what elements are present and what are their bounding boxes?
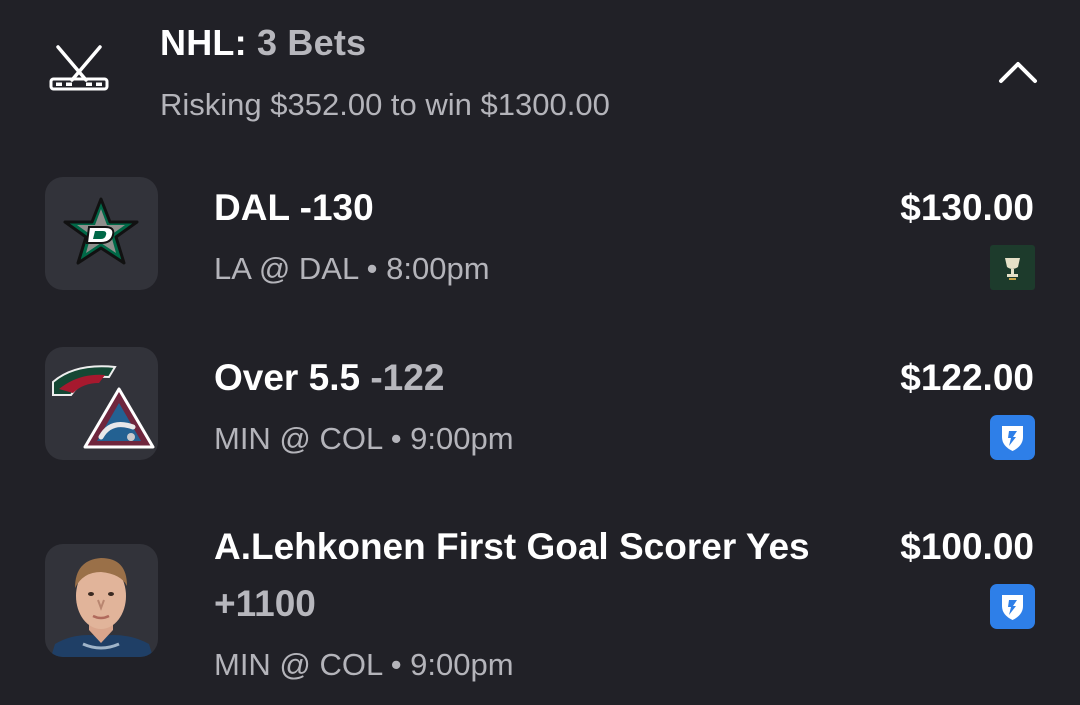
dallas-stars-logo <box>45 177 158 290</box>
odds-label: -130 <box>299 187 374 228</box>
trophy-cup-icon <box>990 245 1035 290</box>
bet-pick: Over 5.5 -122 <box>214 357 444 399</box>
matchup-time: MIN @ COL • 9:00pm <box>214 421 514 456</box>
pick-label: DAL <box>214 187 290 228</box>
wager-amount: $130.00 <box>900 187 1034 228</box>
chevron-up-icon[interactable] <box>996 54 1040 88</box>
matchup-time: MIN @ COL • 9:00pm <box>214 647 514 682</box>
wild-avalanche-logos <box>45 347 158 460</box>
group-title: NHL: 3 Bets <box>160 22 366 64</box>
bet-group-header[interactable]: NHL: 3 Bets Risking $352.00 to win $1300… <box>0 0 1080 150</box>
matchup-time: LA @ DAL • 8:00pm <box>214 251 490 286</box>
player-headshot <box>45 544 158 657</box>
fanduel-shield-icon <box>990 584 1035 629</box>
league-label: NHL: <box>160 22 247 63</box>
risk-summary: Risking $352.00 to win $1300.00 <box>160 87 610 122</box>
fanduel-shield-icon <box>990 415 1035 460</box>
odds-label: +1100 <box>214 583 316 624</box>
pick-label: Over 5.5 <box>214 357 361 398</box>
odds-label: -122 <box>370 357 445 398</box>
hockey-sticks-icon <box>49 45 109 91</box>
bet-count: 3 Bets <box>256 22 367 63</box>
bet-pick: A.Lehkonen First Goal Scorer Yes <box>214 526 810 567</box>
wager-amount: $122.00 <box>900 357 1034 398</box>
wager-amount: $100.00 <box>900 526 1034 567</box>
bet-pick: DAL -130 <box>214 187 374 229</box>
